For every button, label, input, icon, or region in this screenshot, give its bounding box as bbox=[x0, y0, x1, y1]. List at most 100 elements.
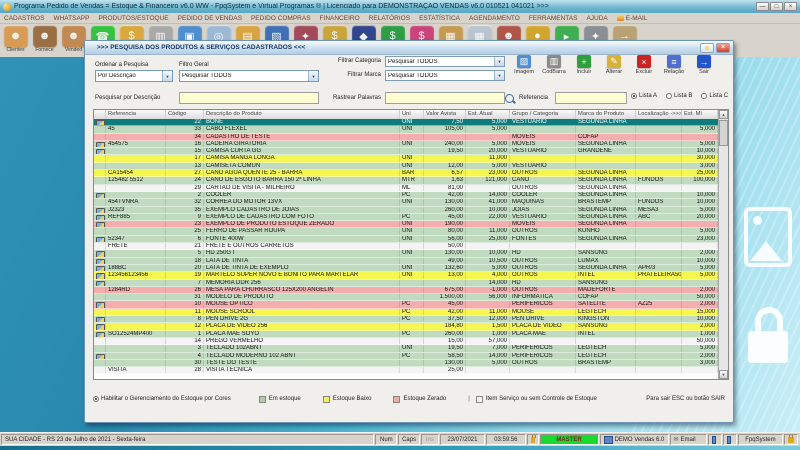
status-email-button[interactable]: ✉ Email bbox=[669, 434, 707, 445]
radio-icon[interactable] bbox=[93, 396, 99, 402]
table-row[interactable]: 4 TECLADO MODERNO 102 ABNT PC 58,50 14,0… bbox=[94, 352, 718, 360]
radio-icon[interactable] bbox=[701, 93, 708, 99]
table-row[interactable]: FRETE 21 FRETE E OUTROS CARRETOS 50,00 bbox=[94, 243, 718, 251]
filtrar-marca-select[interactable]: Pesquisar TODOS ▼ bbox=[385, 70, 505, 81]
table-row[interactable]: 18 LATA DE TINTA 49,00 10,500 OUTROS LUM… bbox=[94, 257, 718, 265]
color-management-toggle[interactable]: Habilitar o Gerenciamento do Estoque por… bbox=[93, 396, 231, 402]
table-row[interactable]: 31 MODELO DE PRODUTO 1.500,00 56,000 INF… bbox=[94, 294, 718, 302]
header-referencia[interactable]: Referencia bbox=[106, 110, 166, 119]
table-row[interactable]: 13 CAMISETA COMUN UNI 12,00 5,000 VESTUA… bbox=[94, 162, 718, 171]
table-row[interactable]: 23 EXEMPLO DE PRODUTO ESTOQUE ZERADO UNI… bbox=[94, 221, 718, 229]
codbarra-button[interactable]: ▥ CodBarra bbox=[539, 55, 569, 75]
cell-referencia: 454575 bbox=[106, 140, 166, 148]
lista-radio-option[interactable]: Lista C bbox=[701, 93, 728, 99]
minimize-button[interactable]: — bbox=[756, 2, 769, 11]
header-uni[interactable]: Uni bbox=[400, 110, 424, 119]
table-row[interactable]: 188BC 20 LATA DE TINTA DE EXEMPLO UNI 13… bbox=[94, 264, 718, 273]
table-row[interactable]: 12 PLACA DE VIDEO 256 184,80 1,500 PLACA… bbox=[94, 323, 718, 331]
menu-item[interactable]: PRODUTOS/ESTOQUE bbox=[98, 15, 168, 22]
table-row[interactable]: REF885 9 EXEMPLO DE CADASTRO COM FOTO PC… bbox=[94, 213, 718, 222]
menu-item[interactable]: AJUDA bbox=[586, 15, 607, 22]
table-row[interactable]: 1284RD 26 MESA PARA CHURRASCO 125X200 AN… bbox=[94, 286, 718, 295]
table-row[interactable]: 125482 5512 24 CANO DE ESGOTO BARRA 150 … bbox=[94, 177, 718, 185]
toolbar-clientes[interactable]: ☻ Clientes bbox=[1, 25, 30, 57]
table-row[interactable]: 5 HD 250G I UNI 130,00 10,000 HD SANSUNG… bbox=[94, 250, 718, 258]
table-row[interactable]: 10 MOUSE OPTICO PC 45,00 PERIFERICOS SAT… bbox=[94, 301, 718, 309]
table-row[interactable]: 2 COOLER PC 42,00 14,000 COOLER SEGUNDA … bbox=[94, 191, 718, 200]
table-row[interactable]: SO12524MP400 1 PLACA MÃE SOYO PC 260,00 … bbox=[94, 330, 718, 338]
table-row[interactable]: 17 CAMISA MANGA LONGA UNI 11,000 30,000 bbox=[94, 155, 718, 163]
table-row[interactable]: 8 PEN DRIVE 2G PC 37,50 12,000 PEN DRIVE… bbox=[94, 316, 718, 324]
menu-item[interactable]: WHATSAPP bbox=[53, 15, 89, 22]
vertical-scrollbar[interactable]: ▲ ▼ bbox=[718, 110, 728, 379]
sair-button[interactable]: → Sair bbox=[689, 55, 719, 75]
menu-item[interactable]: PEDIDO DE VENDAS bbox=[178, 15, 242, 22]
header-codigo[interactable]: Código bbox=[166, 110, 204, 119]
table-row[interactable]: 22 BONE UNI 7,50 5,000 VESTUARIO SEGUNDA… bbox=[94, 119, 718, 127]
table-row[interactable]: 45 33 CABO FLEXEL UNI 105,00 5,000 5,000 bbox=[94, 126, 718, 134]
scroll-down-icon[interactable]: ▼ bbox=[719, 370, 728, 379]
table-row[interactable]: CA15454 27 CANO AGUA QUENTE 25 - BARRA B… bbox=[94, 170, 718, 178]
header-valor-avista[interactable]: Valor Avista bbox=[424, 110, 466, 119]
header-grupo-categoria[interactable]: Grupo / Categoria bbox=[510, 110, 576, 119]
header-est-atual[interactable]: Est. Atual bbox=[466, 110, 510, 119]
maximize-button[interactable]: □ bbox=[770, 2, 783, 11]
table-row[interactable]: 14 PREGO VERMELHO 15,00 57,000 50,000 bbox=[94, 337, 718, 346]
table-row[interactable]: 30 TESTE DO TESTE 130,00 5,000 OUTROS BR… bbox=[94, 359, 718, 368]
table-row[interactable]: 454TVNRA 32 CORREA DO MOTOR 13VX UNI 130… bbox=[94, 199, 718, 207]
table-row[interactable]: 11 MOUSE SCROOL PC 42,00 11,000 MOUSE LE… bbox=[94, 308, 718, 317]
table-row[interactable]: J2323 35 EXEMPLO CADASTRO DE JOIAS 260,0… bbox=[94, 206, 718, 214]
chevron-down-icon[interactable]: ▼ bbox=[162, 71, 172, 81]
header-marca[interactable]: Marca do Produto bbox=[576, 110, 636, 119]
chevron-down-icon[interactable]: ▼ bbox=[308, 71, 318, 81]
menu-item[interactable]: CADASTROS bbox=[4, 15, 44, 22]
menu-item[interactable]: E-MAIL bbox=[616, 15, 647, 22]
printer-icon[interactable] bbox=[707, 434, 722, 445]
table-row[interactable]: 29 CARTAO DE VISITA - MILHEIRO ML 81,00 … bbox=[94, 184, 718, 192]
incluir-button[interactable]: + Incluir bbox=[569, 55, 599, 75]
table-row[interactable]: VISITA 28 VISITA TECNICA 25,00 bbox=[94, 367, 718, 375]
menu-item[interactable]: PEDIDO COMPRAS bbox=[251, 15, 311, 22]
table-row[interactable]: 3 TECLADO 102ABNT UNI 19,50 7,000 PERIFE… bbox=[94, 345, 718, 353]
pesquisar-descricao-input[interactable] bbox=[179, 92, 319, 104]
chevron-down-icon[interactable]: ▼ bbox=[494, 57, 504, 66]
table-row[interactable]: 34 CADASTRO DE TESTE MÓVEIS COFAP bbox=[94, 133, 718, 141]
cell-grupo: HD bbox=[510, 250, 576, 257]
filtrar-categoria-select[interactable]: Pesquisar TODOS ▼ bbox=[385, 56, 505, 67]
referencia-input[interactable] bbox=[555, 92, 627, 104]
menu-item[interactable]: RELATÓRIOS bbox=[369, 15, 410, 22]
radio-icon[interactable] bbox=[631, 93, 637, 99]
menu-item[interactable]: FERRAMENTAS bbox=[529, 15, 578, 22]
relacao-button[interactable]: ≡ Relação bbox=[659, 55, 689, 75]
close-button[interactable]: × bbox=[784, 2, 797, 11]
dialog-close-button[interactable]: × bbox=[716, 42, 730, 53]
lista-radio-option[interactable]: Lista B bbox=[666, 93, 692, 99]
chevron-down-icon[interactable]: ▼ bbox=[494, 71, 504, 80]
header-localizacao[interactable]: Localização ->>> bbox=[636, 110, 682, 119]
cell-grupo bbox=[510, 155, 576, 162]
menu-item[interactable]: AGENDAMENTO bbox=[469, 15, 520, 22]
toolbar-fornecedores[interactable]: ☻ Fornece bbox=[30, 25, 59, 57]
table-row[interactable]: 15 CAMISA CURTA GG 19,50 20,000 VESTUARI… bbox=[94, 148, 718, 156]
table-row[interactable]: 25 FERRO DE PASSAR ROUPA UNI 80,00 11,00… bbox=[94, 228, 718, 236]
screen-icon[interactable] bbox=[722, 434, 737, 445]
table-row[interactable]: 7 MEMÓRIA DDR 256 14,000 HD SANSUNG bbox=[94, 279, 718, 287]
header-est-minimo[interactable]: Est. Mí bbox=[682, 110, 718, 119]
dialog-help-button[interactable] bbox=[700, 42, 714, 53]
scrollbar-thumb[interactable] bbox=[719, 120, 728, 146]
radio-icon[interactable] bbox=[666, 93, 673, 99]
table-row[interactable]: 52347 6 FONTE 400W UNI 56,00 25,000 FONT… bbox=[94, 235, 718, 244]
scroll-up-icon[interactable]: ▲ bbox=[719, 110, 728, 119]
imagem-button[interactable]: ▨ Imagem bbox=[509, 55, 539, 75]
rastrear-input[interactable] bbox=[385, 92, 505, 104]
table-row[interactable]: 123456123456 19 MARTELO SUPER NOVO E BON… bbox=[94, 272, 718, 280]
table-row[interactable]: 454575 16 CADEIRA GIRATORIA UNI 240,00 5… bbox=[94, 140, 718, 149]
ordenar-select[interactable]: Por Descrição ▼ bbox=[95, 70, 173, 82]
excluir-button[interactable]: × Excluir bbox=[629, 55, 659, 75]
menu-item[interactable]: ESTATÍSTICA bbox=[419, 15, 460, 22]
header-descricao[interactable]: Descrição do Produto bbox=[204, 110, 400, 119]
menu-item[interactable]: FINANCEIRO bbox=[320, 15, 360, 22]
alterar-button[interactable]: ✎ Alterar bbox=[599, 55, 629, 75]
lista-radio-option[interactable]: Lista A bbox=[631, 93, 657, 99]
filtro-geral-select[interactable]: Pesquisar TODOS ▼ bbox=[179, 70, 319, 82]
